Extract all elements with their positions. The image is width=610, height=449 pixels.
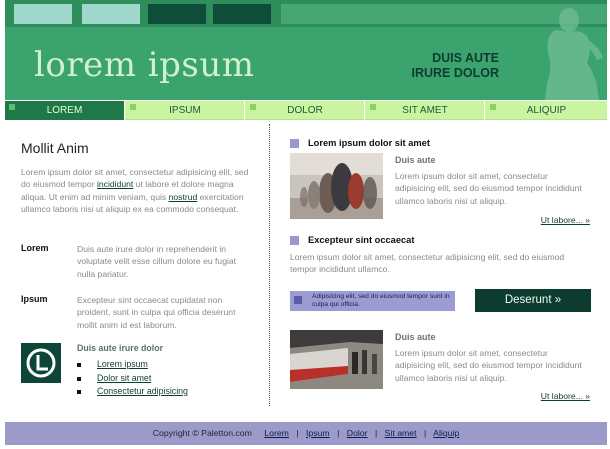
copyright-text: Copyright © Paletton.com (152, 428, 252, 438)
train-photo-image (290, 330, 383, 389)
nav-item-label: SIT AMET (402, 105, 448, 116)
nav-item-dolor[interactable]: DOLOR (246, 101, 365, 120)
nav-bullet-icon (250, 104, 256, 110)
list-link[interactable]: Consectetur adipisicing (97, 386, 188, 396)
promo-text: Adipisicing elit, sed do eiusmod tempor … (312, 293, 450, 308)
article-subheading: Duis aute (395, 332, 436, 342)
nav-bullet-icon (370, 104, 376, 110)
section-title: Mollit Anim (21, 140, 89, 156)
promo-box: Adipisicing elit, sed do eiusmod tempor … (290, 291, 455, 311)
article-heading: Lorem ipsum dolor sit amet (290, 138, 430, 148)
nav-bullet-icon (490, 104, 496, 110)
article-subheading: Duis aute (395, 155, 436, 165)
footer-link-lorem[interactable]: Lorem (264, 428, 289, 438)
footer: Copyright © Paletton.com Lorem | Ipsum |… (5, 422, 607, 445)
header-block-light (14, 4, 72, 24)
list-item: Lorem ipsum (77, 358, 188, 372)
article-heading: Excepteur sint occaecat (290, 235, 414, 245)
footer-link-aliquip[interactable]: Aliquip (433, 428, 459, 438)
footer-separator: | (423, 428, 427, 438)
header-block-dark (148, 4, 206, 24)
nav-item-label: LOREM (46, 105, 83, 116)
footer-separator: | (337, 428, 340, 438)
deserunt-button[interactable]: Deserunt » (475, 289, 591, 312)
header-banner: lorem ipsum DUIS AUTE IRURE DOLOR (5, 0, 607, 100)
tagline-line-1: DUIS AUTE (432, 51, 499, 65)
crowd-photo-image (290, 153, 383, 219)
woman-silhouette-image (545, 8, 603, 100)
article-text: Lorem ipsum dolor sit amet, consectetur … (395, 171, 582, 206)
list-link[interactable]: Lorem ipsum (97, 359, 148, 369)
nostrud-link[interactable]: nostrud (169, 192, 198, 202)
footer-link-ipsum[interactable]: Ipsum (306, 428, 330, 438)
definition-text: Excepteur sint occaecat cupidatat non pr… (77, 295, 236, 330)
article-text: Lorem ipsum dolor sit amet, consectetur … (395, 348, 582, 383)
feature-title: Duis aute irure dolor (77, 343, 164, 353)
column-divider (269, 124, 270, 406)
definition-key: Ipsum (21, 294, 48, 304)
header-tagline: DUIS AUTE IRURE DOLOR (412, 51, 500, 81)
article-text: Lorem ipsum dolor sit amet, consectetur … (290, 252, 565, 275)
nav-item-label: ALIQUIP (526, 105, 567, 116)
site-logo-text: lorem ipsum (34, 45, 255, 85)
footer-separator: | (296, 428, 299, 438)
definition-key: Lorem (21, 243, 49, 253)
left-column: Mollit Anim Lorem ipsum dolor sit amet, … (21, 140, 252, 396)
list-item: Dolor sit amet (77, 372, 188, 386)
list-item: Consectetur adipisicing (77, 385, 188, 399)
read-more-link[interactable]: Ut labore... » (541, 215, 590, 225)
intro-paragraph: Lorem ipsum dolor sit amet, consectetur … (21, 166, 252, 216)
nav-item-aliquip[interactable]: ALIQUIP (486, 101, 607, 120)
incididunt-link[interactable]: incididunt (97, 179, 133, 189)
header-block-light (82, 4, 140, 24)
nav-bullet-icon (130, 104, 136, 110)
main-navigation: LOREM IPSUM DOLOR SIT AMET ALIQUIP (5, 101, 607, 120)
link-list: Lorem ipsum Dolor sit amet Consectetur a… (77, 358, 188, 399)
nav-item-ipsum[interactable]: IPSUM (126, 101, 245, 120)
read-more-link[interactable]: Ut labore... » (541, 391, 590, 401)
nav-item-lorem[interactable]: LOREM (5, 101, 125, 120)
nav-item-sit-amet[interactable]: SIT AMET (366, 101, 485, 120)
footer-link-dolor[interactable]: Dolor (347, 428, 368, 438)
definition-text: Duis aute irure dolor in reprehenderit i… (77, 244, 237, 279)
feature-block: Duis aute irure dolor Lorem ipsum Dolor … (21, 341, 252, 405)
footer-separator: | (374, 428, 378, 438)
nav-item-label: DOLOR (287, 105, 323, 116)
footer-link-sit-amet[interactable]: Sit amet (385, 428, 417, 438)
brand-logo-icon (21, 343, 61, 383)
tagline-line-2: IRURE DOLOR (411, 66, 500, 80)
header-block-dark (213, 4, 271, 24)
list-link[interactable]: Dolor sit amet (97, 373, 151, 383)
nav-item-label: IPSUM (169, 105, 201, 116)
nav-bullet-icon (9, 104, 15, 110)
